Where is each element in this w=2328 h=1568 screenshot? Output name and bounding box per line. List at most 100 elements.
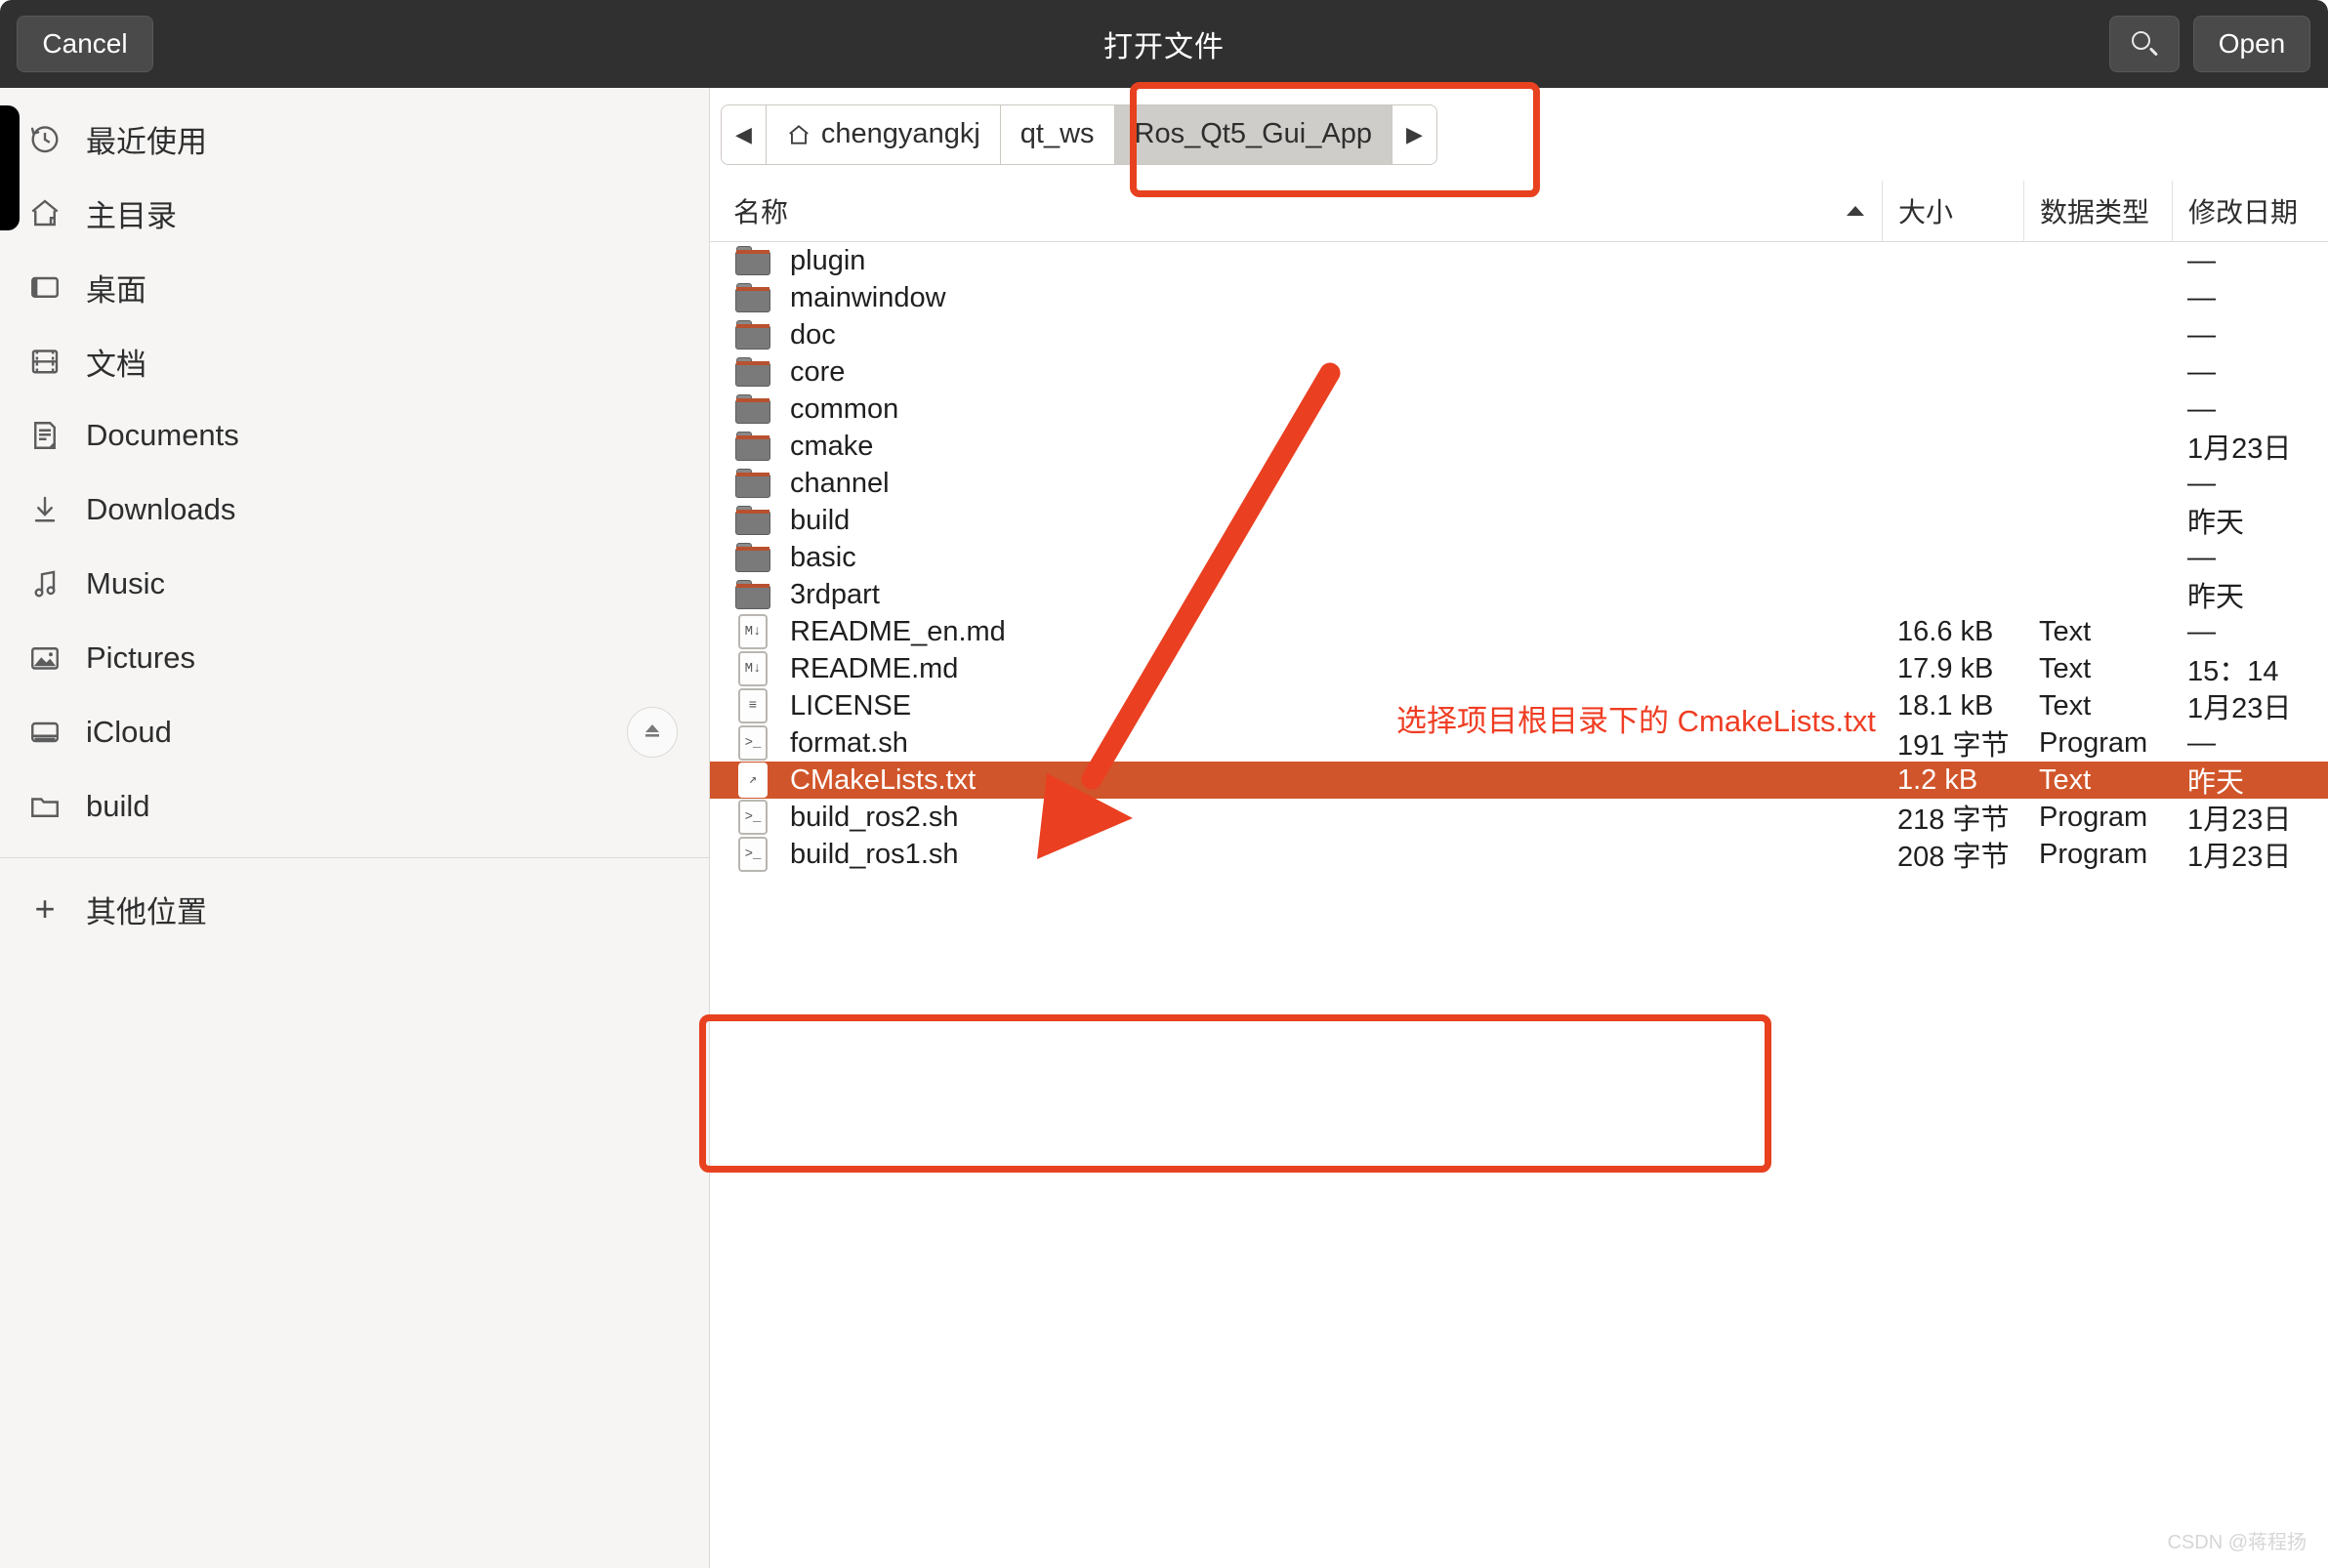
file-name-label: build_ros2.sh bbox=[790, 802, 959, 834]
column-header-date[interactable]: 修改日期 bbox=[2172, 181, 2328, 242]
file-date-cell: 昨天 bbox=[2172, 574, 2328, 615]
folder-icon bbox=[733, 315, 772, 354]
search-icon bbox=[2132, 31, 2157, 57]
sidebar-item-documents-cn[interactable]: 文档 bbox=[0, 324, 709, 398]
table-row[interactable]: ↗ CMakeLists.txt 1.2 kB Text 昨天 bbox=[710, 762, 2328, 799]
file-list[interactable]: plugin — mainwindow — doc — core bbox=[710, 242, 2328, 1568]
table-row[interactable]: ≡ LICENSE 18.1 kB Text 1月23日 bbox=[710, 687, 2328, 724]
file-name-cell: build bbox=[710, 501, 1882, 540]
file-type-cell: Program bbox=[2023, 839, 2172, 871]
column-header-name[interactable]: 名称 bbox=[710, 181, 1882, 242]
dialog-titlebar: Cancel 打开文件 Open bbox=[0, 0, 2328, 88]
table-row[interactable]: channel — bbox=[710, 465, 2328, 502]
text-file-icon: ≡ bbox=[733, 686, 772, 725]
file-date-cell: — bbox=[2172, 727, 2328, 760]
file-size-cell: 208 字节 bbox=[1882, 834, 2023, 875]
breadcrumb-item-chengyangkj[interactable]: chengyangkj bbox=[767, 105, 1001, 164]
folder-icon bbox=[733, 538, 772, 577]
sidebar-item-Music[interactable]: Music bbox=[0, 547, 709, 621]
triangle-right-icon: ▶ bbox=[1406, 122, 1423, 147]
sidebar-divider bbox=[0, 857, 709, 858]
drive-icon bbox=[23, 711, 66, 754]
table-row[interactable]: >_ build_ros2.sh 218 字节 Program 1月23日 bbox=[710, 799, 2328, 836]
eject-button[interactable] bbox=[627, 707, 678, 758]
file-name-cell: ≡ LICENSE bbox=[710, 686, 1882, 725]
table-row[interactable]: plugin — bbox=[710, 242, 2328, 279]
sidebar-item-other-locations[interactable]: + 其他位置 bbox=[0, 872, 709, 946]
table-row[interactable]: M↓ README.md 17.9 kB Text 15：14 bbox=[710, 650, 2328, 687]
file-date-cell: — bbox=[2172, 319, 2328, 351]
table-row[interactable]: doc — bbox=[710, 316, 2328, 353]
table-row[interactable]: core — bbox=[710, 353, 2328, 391]
file-name-cell: ↗ CMakeLists.txt bbox=[710, 761, 1882, 800]
column-header-size[interactable]: 大小 bbox=[1882, 181, 2023, 242]
file-date-cell: — bbox=[2172, 245, 2328, 277]
breadcrumb-item-current[interactable]: Ros_Qt5_Gui_App bbox=[1115, 105, 1393, 164]
sidebar-item-home[interactable]: 主目录 bbox=[0, 176, 709, 250]
file-name-cell: 3rdpart bbox=[710, 575, 1882, 614]
file-name-cell: basic bbox=[710, 538, 1882, 577]
table-row[interactable]: M↓ README_en.md 16.6 kB Text — bbox=[710, 613, 2328, 650]
file-name-cell: channel bbox=[710, 464, 1882, 503]
file-name-label: basic bbox=[790, 542, 856, 574]
sidebar-item-Pictures[interactable]: Pictures bbox=[0, 621, 709, 695]
table-row[interactable]: cmake 1月23日 bbox=[710, 428, 2328, 465]
folder-icon bbox=[733, 352, 772, 392]
file-name-label: cmake bbox=[790, 431, 873, 463]
file-size-cell: 218 字节 bbox=[1882, 797, 2023, 838]
folder-icon bbox=[733, 278, 772, 317]
breadcrumb-back-button[interactable]: ◀ bbox=[722, 105, 767, 164]
file-name-label: build bbox=[790, 505, 850, 537]
download-arrow-icon bbox=[23, 488, 66, 531]
file-type-cell: Program bbox=[2023, 802, 2172, 834]
file-name-cell: >_ build_ros2.sh bbox=[710, 798, 1882, 837]
file-date-cell: — bbox=[2172, 616, 2328, 648]
dialog-title: 打开文件 bbox=[0, 0, 2328, 88]
folder-icon bbox=[733, 464, 772, 503]
sidebar-item-label: Pictures bbox=[86, 640, 195, 676]
document-icon bbox=[23, 414, 66, 457]
file-name-label: build_ros1.sh bbox=[790, 839, 959, 871]
shell-script-icon: >_ bbox=[733, 798, 772, 837]
file-type-cell: Text bbox=[2023, 653, 2172, 685]
file-name-cell: mainwindow bbox=[710, 278, 1882, 317]
table-row[interactable]: >_ format.sh 191 字节 Program — bbox=[710, 724, 2328, 762]
sidebar-item-build[interactable]: build bbox=[0, 769, 709, 844]
file-type-cell: Text bbox=[2023, 616, 2172, 648]
file-date-cell: — bbox=[2172, 542, 2328, 574]
file-type-cell: Program bbox=[2023, 727, 2172, 760]
sidebar-item-Downloads[interactable]: Downloads bbox=[0, 473, 709, 547]
search-button[interactable] bbox=[2109, 16, 2180, 72]
file-name-label: LICENSE bbox=[790, 690, 911, 722]
column-header-type[interactable]: 数据类型 bbox=[2023, 181, 2172, 242]
table-row[interactable]: basic — bbox=[710, 539, 2328, 576]
table-row[interactable]: >_ build_ros1.sh 208 字节 Program 1月23日 bbox=[710, 836, 2328, 873]
file-name-label: 3rdpart bbox=[790, 579, 880, 611]
breadcrumb-forward-button[interactable]: ▶ bbox=[1393, 105, 1436, 164]
file-size-cell: 17.9 kB bbox=[1882, 653, 2023, 685]
file-date-cell: 15：14 bbox=[2172, 648, 2328, 689]
table-row[interactable]: mainwindow — bbox=[710, 279, 2328, 316]
film-strip-icon bbox=[23, 340, 66, 383]
breadcrumb: ◀ chengyangkj qt_ws Ros_Q bbox=[721, 104, 1437, 165]
desktop-icon bbox=[23, 266, 66, 309]
file-size-cell: 191 字节 bbox=[1882, 722, 2023, 763]
sidebar-item-desktop[interactable]: 桌面 bbox=[0, 250, 709, 324]
file-date-cell: — bbox=[2172, 282, 2328, 314]
table-row[interactable]: common — bbox=[710, 391, 2328, 428]
markdown-file-icon: M↓ bbox=[733, 649, 772, 688]
cancel-button[interactable]: Cancel bbox=[17, 16, 153, 72]
sidebar-item-iCloud[interactable]: iCloud bbox=[0, 695, 709, 769]
sidebar-item-recent[interactable]: 最近使用 bbox=[0, 102, 709, 176]
column-header-label: 数据类型 bbox=[2040, 191, 2149, 230]
file-name-cell: cmake bbox=[710, 427, 1882, 466]
file-size-cell: 18.1 kB bbox=[1882, 690, 2023, 722]
table-row[interactable]: 3rdpart 昨天 bbox=[710, 576, 2328, 613]
table-row[interactable]: build 昨天 bbox=[710, 502, 2328, 539]
open-button[interactable]: Open bbox=[2193, 16, 2310, 72]
sidebar-item-Documents[interactable]: Documents bbox=[0, 398, 709, 473]
column-header-label: 大小 bbox=[1898, 191, 1953, 230]
sidebar-item-label: 主目录 bbox=[86, 191, 177, 235]
breadcrumb-item-qt_ws[interactable]: qt_ws bbox=[1001, 105, 1115, 164]
sidebar-item-label: Downloads bbox=[86, 492, 235, 527]
